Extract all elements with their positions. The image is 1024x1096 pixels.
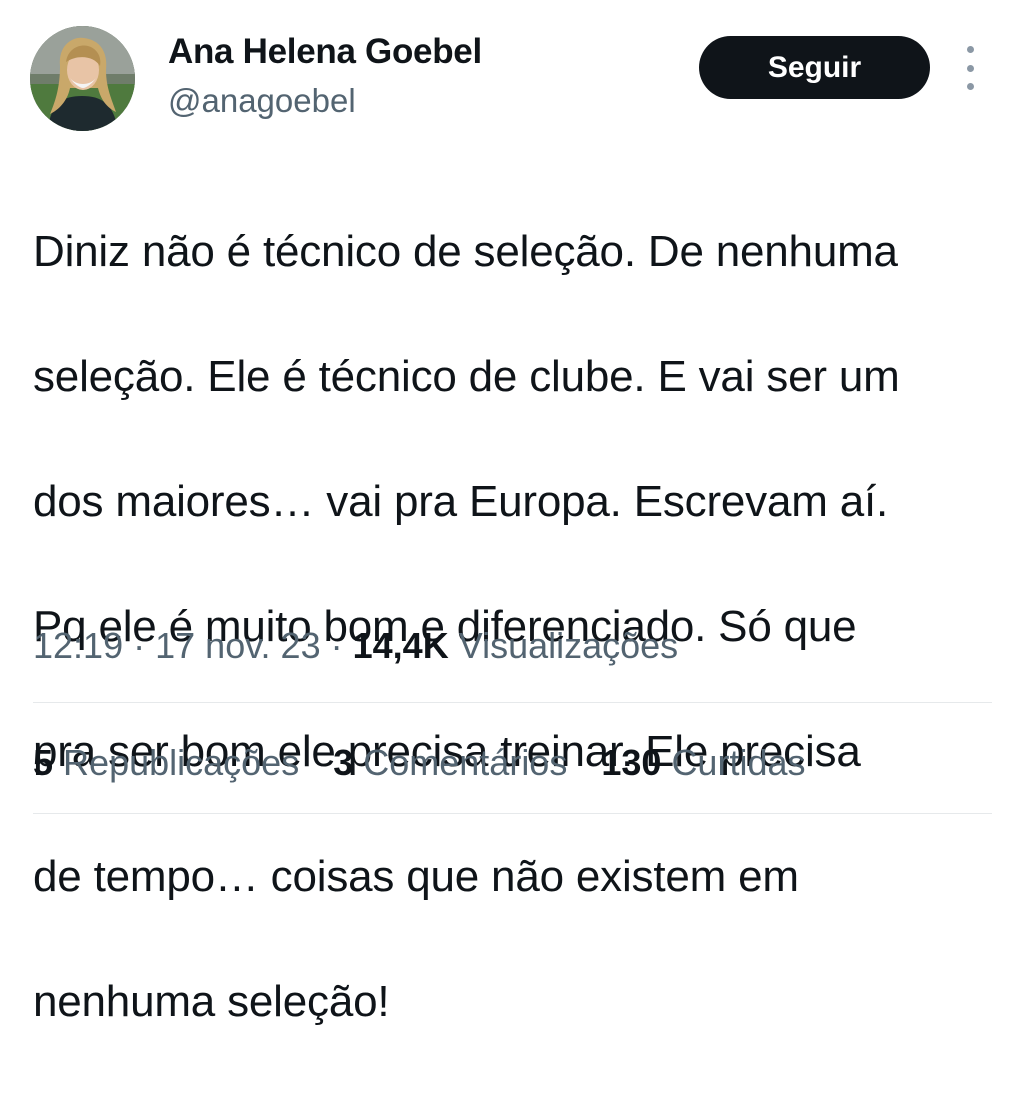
- likes-count: 130: [601, 742, 662, 783]
- comments-label: Comentários: [363, 742, 568, 783]
- tweet-time[interactable]: 12:19: [33, 625, 123, 666]
- meta-separator: ·: [330, 625, 343, 666]
- engagement-stats: 5 Republicações 3 Comentários 130 Curtid…: [33, 742, 806, 784]
- reposts-stat[interactable]: 5 Republicações: [33, 742, 299, 784]
- reposts-label: Republicações: [63, 742, 300, 783]
- divider: [33, 702, 992, 703]
- tweet-line: dos maiores… vai pra Europa. Escrevam aí…: [33, 476, 889, 526]
- reposts-count: 5: [33, 742, 54, 783]
- dot: [966, 46, 974, 53]
- tweet-date[interactable]: 17 nov. 23: [155, 625, 320, 666]
- views-label: Visualizações: [458, 625, 679, 666]
- author-name[interactable]: Ana Helena Goebel: [168, 32, 482, 72]
- author-handle[interactable]: @anagoebel: [168, 82, 356, 120]
- vertical-ellipsis-icon[interactable]: [958, 46, 982, 90]
- divider: [33, 813, 992, 814]
- meta-separator: ·: [133, 625, 146, 666]
- follow-button[interactable]: Seguir: [699, 36, 930, 99]
- tweet-line: nenhuma seleção!: [33, 976, 390, 1026]
- dot: [966, 64, 974, 72]
- avatar[interactable]: [30, 26, 135, 131]
- tweet-line: de tempo… coisas que não existem em: [33, 851, 799, 901]
- likes-label: Curtidas: [671, 742, 806, 783]
- dot: [966, 83, 974, 90]
- tweet-line: seleção. Ele é técnico de clube. E vai s…: [33, 351, 900, 401]
- views-count: 14,4K: [352, 625, 449, 666]
- comments-count: 3: [333, 742, 354, 783]
- likes-stat[interactable]: 130 Curtidas: [601, 742, 805, 784]
- tweet-meta: 12:19 · 17 nov. 23 · 14,4K Visualizações: [33, 625, 678, 667]
- comments-stat[interactable]: 3 Comentários: [333, 742, 567, 784]
- avatar-photo: [30, 26, 135, 131]
- tweet-line: Diniz não é técnico de seleção. De nenhu…: [33, 226, 898, 276]
